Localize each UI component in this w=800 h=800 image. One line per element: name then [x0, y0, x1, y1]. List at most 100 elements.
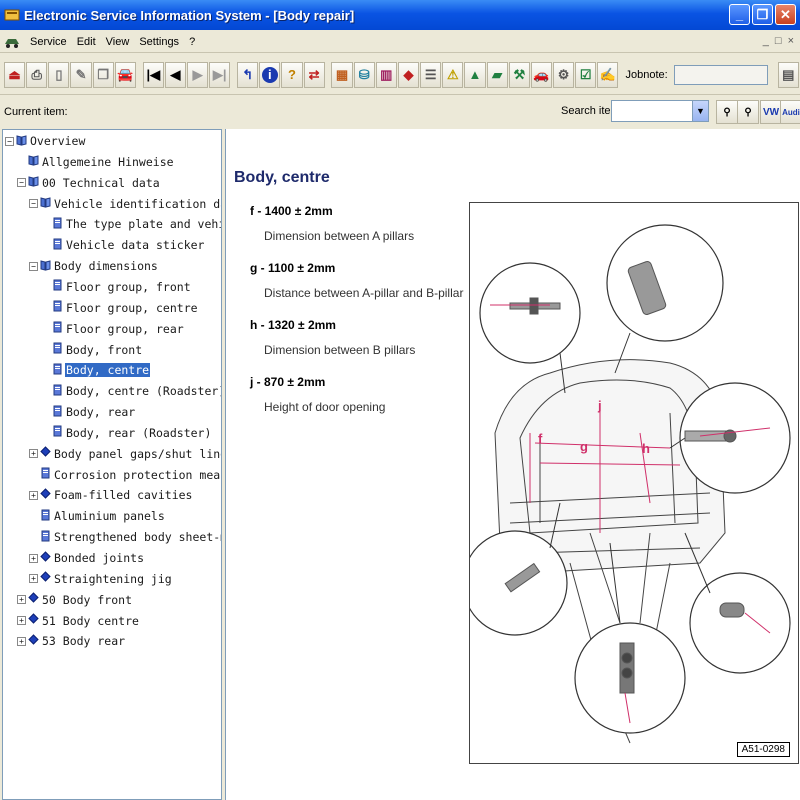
- tree-item[interactable]: Strengthened body sheet-metal: [29, 528, 221, 546]
- figure-letter-g: g: [580, 439, 588, 454]
- tool-icon[interactable]: ▰: [486, 61, 508, 88]
- title-bar: Electronic Service Information System - …: [0, 0, 800, 30]
- jobnote-edit-icon[interactable]: ▤: [777, 61, 799, 88]
- page-title: Body, centre: [234, 169, 330, 186]
- menu-edit[interactable]: Edit: [72, 36, 101, 48]
- tree-item[interactable]: Allgemeine Hinweise: [17, 153, 175, 171]
- vehicle-menu-icon[interactable]: [3, 35, 21, 49]
- tree-item[interactable]: Corrosion protection measures: [29, 466, 221, 484]
- tree-item[interactable]: +51 Body centre: [17, 612, 140, 630]
- tree-expander-icon[interactable]: −: [29, 199, 38, 209]
- copy-document-icon[interactable]: ❐: [92, 61, 114, 88]
- list-icon[interactable]: ☰: [420, 61, 442, 88]
- book-closed-icon: [40, 550, 53, 566]
- tree-item[interactable]: − Overview: [5, 132, 86, 150]
- next-icon[interactable]: ▶: [187, 61, 209, 88]
- tree-item[interactable]: Body, centre (Roadster): [41, 382, 221, 400]
- tree-item[interactable]: + Foam-filled cavities: [29, 486, 193, 504]
- search-next-icon[interactable]: ⚲: [737, 100, 759, 124]
- tree-item[interactable]: Floor group, centre: [41, 299, 199, 317]
- tree-item[interactable]: The type plate and vehicle: [41, 215, 221, 233]
- tree-expander-icon[interactable]: +: [29, 449, 38, 459]
- chevron-down-icon[interactable]: ▼: [692, 101, 708, 121]
- tree-item[interactable]: Floor group, front: [41, 278, 192, 296]
- tree-expander-icon[interactable]: +: [29, 490, 38, 500]
- previous-icon[interactable]: ◀: [164, 61, 186, 88]
- tree-item-label: Floor group, centre: [66, 300, 198, 315]
- mdi-restore-button[interactable]: □: [775, 35, 782, 47]
- tree-expander-icon[interactable]: +: [29, 553, 38, 563]
- page-icon: [52, 405, 65, 420]
- close-button[interactable]: ✕: [775, 4, 796, 25]
- print-icon[interactable]: ⎙: [26, 61, 48, 88]
- mdi-close-button[interactable]: ×: [788, 35, 794, 47]
- app-icon: [4, 9, 20, 21]
- window-title: Electronic Service Information System - …: [24, 7, 355, 23]
- content-pane: Body, centre f - 1400 ± 2mm Dimension be…: [225, 129, 800, 800]
- menu-service[interactable]: Service: [25, 36, 72, 48]
- grid-icon[interactable]: ▦: [331, 61, 353, 88]
- figure-letter-j: j: [597, 398, 602, 413]
- new-document-icon[interactable]: ▯: [48, 61, 70, 88]
- tree-item-label: Overview: [30, 134, 86, 148]
- minimize-button[interactable]: _: [729, 4, 750, 25]
- tree-item[interactable]: +50 Body front: [17, 591, 133, 609]
- last-icon[interactable]: ▶|: [209, 61, 231, 88]
- tree-expander-icon[interactable]: −: [5, 136, 14, 146]
- page-icon: [52, 425, 65, 440]
- tree-item[interactable]: Body, centre: [41, 361, 151, 379]
- first-icon[interactable]: |◀: [142, 61, 164, 88]
- page-icon: [52, 321, 65, 336]
- car-icon[interactable]: 🚗: [530, 61, 552, 88]
- search-item-select[interactable]: ▼: [611, 100, 709, 122]
- tree-item[interactable]: Body, front: [41, 341, 143, 359]
- tree-item[interactable]: + Bonded joints: [29, 549, 145, 567]
- book-icon[interactable]: ▥: [375, 61, 397, 88]
- edit-document-icon[interactable]: ✎: [70, 61, 92, 88]
- sync-icon[interactable]: ⇄: [303, 61, 325, 88]
- vehicle-icon[interactable]: 🚘: [114, 61, 136, 88]
- audi-button[interactable]: Audi: [780, 100, 800, 124]
- tree-item[interactable]: Body, rear (Roadster): [41, 424, 212, 442]
- tree-expander-icon[interactable]: −: [29, 261, 38, 271]
- book-open-icon: [40, 196, 53, 211]
- back-arrow-icon[interactable]: ↰: [237, 61, 259, 88]
- menu-settings[interactable]: Settings: [134, 36, 184, 48]
- database-icon[interactable]: ⛁: [353, 61, 375, 88]
- search-binoculars-icon[interactable]: ⚲: [716, 100, 738, 124]
- jobnote-input[interactable]: [673, 64, 768, 85]
- tree-expander-icon[interactable]: +: [17, 595, 26, 605]
- ruler-icon[interactable]: ▲: [464, 61, 486, 88]
- tree-item-label: Aluminium panels: [54, 509, 165, 524]
- tree-item[interactable]: − Vehicle identification data: [29, 195, 221, 213]
- tree-item[interactable]: Floor group, rear: [41, 320, 185, 338]
- vw-button[interactable]: VW: [760, 100, 782, 124]
- tree-item[interactable]: +53 Body rear: [17, 632, 126, 650]
- eraser-icon[interactable]: ◆: [397, 61, 420, 88]
- tree-expander-icon[interactable]: −: [17, 178, 26, 188]
- help-icon[interactable]: ?: [281, 61, 303, 88]
- mdi-minimize-button[interactable]: _: [763, 35, 769, 47]
- tree-item[interactable]: − 00 Technical data: [17, 174, 161, 192]
- tree-item[interactable]: + Straightening jig: [29, 570, 173, 588]
- tree-expander-icon[interactable]: +: [17, 636, 26, 646]
- key-icon[interactable]: ✍: [597, 61, 619, 88]
- page-icon: [40, 467, 53, 482]
- tree-item[interactable]: − Body dimensions: [29, 257, 159, 275]
- book-open-icon: [28, 175, 41, 190]
- menu-help[interactable]: ?: [184, 36, 200, 48]
- tree-item[interactable]: Body, rear: [41, 403, 136, 421]
- checklist-icon[interactable]: ☑: [575, 61, 597, 88]
- wrench-icon[interactable]: ⚒: [508, 61, 530, 88]
- clipboard-icon[interactable]: ⚙: [553, 61, 575, 88]
- tree-expander-icon[interactable]: +: [29, 574, 38, 584]
- tree-item[interactable]: Vehicle data sticker: [41, 236, 205, 254]
- menu-view[interactable]: View: [101, 36, 135, 48]
- tree-item[interactable]: Aluminium panels: [29, 507, 166, 525]
- exit-icon[interactable]: ⏏: [4, 61, 26, 88]
- info-icon[interactable]: i: [259, 61, 281, 88]
- warning-icon[interactable]: ⚠: [442, 61, 464, 88]
- tree-expander-icon[interactable]: +: [17, 616, 26, 626]
- restore-button[interactable]: ❐: [752, 4, 773, 25]
- tree-item[interactable]: + Body panel gaps/shut lines: [29, 445, 221, 463]
